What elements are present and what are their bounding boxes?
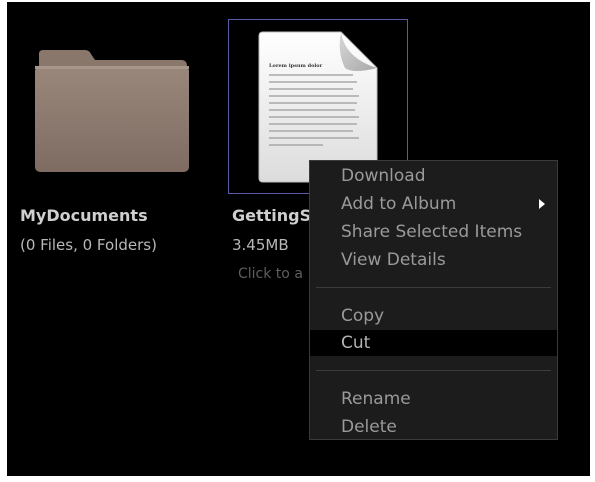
submenu-arrow-icon <box>539 199 545 209</box>
folder-meta: (0 Files, 0 Folders) <box>20 236 157 254</box>
menu-item-cut[interactable]: Cut <box>310 330 557 356</box>
file-size: 3.45MB <box>232 236 289 254</box>
file-hint-text: Click to a <box>238 266 303 282</box>
menu-item-label: Add to Album <box>341 194 457 214</box>
menu-item-delete[interactable]: Delete <box>310 414 557 440</box>
menu-item-share-selected-items[interactable]: Share Selected Items <box>310 219 557 245</box>
folder-icon <box>35 50 189 172</box>
menu-separator <box>316 287 551 288</box>
menu-item-view-details[interactable]: View Details <box>310 247 557 273</box>
menu-item-download[interactable]: Download <box>310 163 557 189</box>
folder-name[interactable]: MyDocuments <box>20 206 148 225</box>
document-heading: Lorem ipsum dolor <box>269 63 323 69</box>
folder-item-mydocuments[interactable]: MyDocuments (0 Files, 0 Folders) <box>13 10 213 270</box>
file-browser-view: MyDocuments (0 Files, 0 Folders) Lorem i… <box>7 2 590 476</box>
menu-item-add-to-album[interactable]: Add to Album <box>310 191 557 217</box>
file-name[interactable]: GettingS <box>232 206 311 225</box>
menu-item-rename[interactable]: Rename <box>310 386 557 412</box>
context-menu: Download Add to Album Share Selected Ite… <box>309 160 558 440</box>
menu-item-copy[interactable]: Copy <box>310 303 557 329</box>
menu-separator <box>316 370 551 371</box>
